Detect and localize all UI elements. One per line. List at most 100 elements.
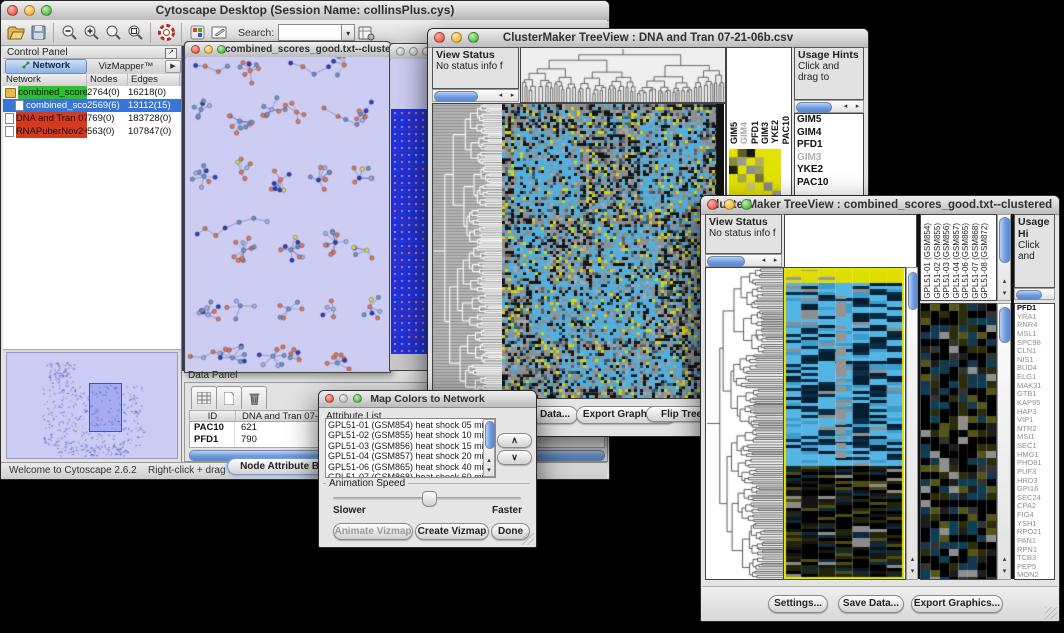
vscroll-thumb[interactable] xyxy=(999,307,1011,343)
attribute-select-icon[interactable] xyxy=(191,386,217,409)
search-combobox[interactable]: ▾ xyxy=(278,24,355,41)
tv1-row-dendrogram[interactable] xyxy=(432,103,503,399)
row-dendrogram-canvas[interactable] xyxy=(433,104,502,398)
zoom-button[interactable] xyxy=(741,199,752,210)
tv2-zoom-vscrollbar[interactable]: ▴ ▾ xyxy=(997,303,1011,580)
open-file-icon[interactable] xyxy=(5,22,27,44)
attribute-item[interactable]: GPL51-06 (GSM865) heat shock 40 min xyxy=(326,462,495,472)
gene-label[interactable]: MON2 xyxy=(1015,571,1054,580)
network-canvas[interactable] xyxy=(186,57,389,371)
tv2-export-graphics-button[interactable]: Export Graphics... xyxy=(911,595,1003,613)
scroll-left-icon[interactable]: ◂ xyxy=(840,102,851,112)
gene-label[interactable]: PAC10 xyxy=(795,177,863,190)
scroll-up-icon[interactable]: ▴ xyxy=(907,555,918,565)
float-panel-icon[interactable]: ↗ xyxy=(165,48,177,59)
help-lifesaver-icon[interactable] xyxy=(155,22,177,44)
zoom-selected-icon[interactable] xyxy=(124,22,146,44)
close-button[interactable] xyxy=(707,199,718,210)
vscroll-thumb[interactable] xyxy=(908,272,918,310)
zoom-button[interactable] xyxy=(217,45,226,54)
gene-label[interactable]: GIM3 xyxy=(795,152,863,165)
zoom-button[interactable] xyxy=(41,5,52,16)
gene-label[interactable]: GIM4 xyxy=(795,127,863,140)
scroll-up-icon[interactable]: ▴ xyxy=(999,555,1010,565)
scroll-down-icon[interactable]: ▾ xyxy=(907,567,918,577)
scroll-down-icon[interactable]: ▾ xyxy=(999,289,1010,299)
minimize-button[interactable] xyxy=(24,5,35,16)
zoom-out-icon[interactable] xyxy=(58,22,80,44)
network-list-row[interactable]: RNAPuberNov2+563(0)107847(0) xyxy=(3,125,181,138)
close-button[interactable] xyxy=(396,47,405,56)
minimize-button[interactable] xyxy=(204,45,213,54)
main-title-bar[interactable]: Cytoscape Desktop (Session Name: collins… xyxy=(1,1,609,21)
attribute-item[interactable]: GPL51-04 (GSM857) heat shock 20 min xyxy=(326,451,495,461)
network-list-row[interactable]: DNA and Tran 07769(0)183728(0) xyxy=(3,112,181,125)
close-button[interactable] xyxy=(7,5,18,16)
scroll-left-icon[interactable]: ◂ xyxy=(758,256,769,266)
tv2-usage-hscrollbar[interactable] xyxy=(1014,288,1055,300)
animate-vizmap-button[interactable]: Animate Vizmap xyxy=(333,523,413,540)
vscroll-thumb[interactable] xyxy=(999,217,1011,263)
minimize-button[interactable] xyxy=(451,32,462,43)
tab-network[interactable]: Network xyxy=(5,59,87,74)
tv2-settings-button[interactable]: Settings... xyxy=(768,595,828,613)
dialog-title-bar[interactable]: Map Colors to Network xyxy=(319,391,536,408)
heatmap-canvas[interactable] xyxy=(502,104,724,398)
tv2-column-dendrogram[interactable] xyxy=(784,214,917,268)
minimize-button[interactable] xyxy=(724,199,735,210)
attribute-list-vscrollbar[interactable]: ▴ ▾ xyxy=(483,419,495,477)
column-dendrogram-canvas[interactable] xyxy=(521,48,725,102)
scroll-right-icon[interactable]: ▸ xyxy=(770,256,781,266)
tv1-heatmap[interactable] xyxy=(502,103,726,399)
gene-label[interactable]: GIM5 xyxy=(795,114,863,127)
scroll-right-icon[interactable]: ▸ xyxy=(507,91,518,101)
tv2-save-data-button[interactable]: Save Data... xyxy=(838,595,904,613)
attribute-item[interactable]: GPL51-01 (GSM854) heat shock 05 min xyxy=(326,420,495,430)
row-dendrogram-canvas[interactable] xyxy=(706,268,783,579)
tv2-heatmap-vscrollbar[interactable]: ▴ ▾ xyxy=(906,267,918,580)
resize-grip[interactable] xyxy=(522,533,534,545)
close-button[interactable] xyxy=(191,45,200,54)
hscroll-thumb[interactable] xyxy=(1016,290,1042,300)
treeview1-title-bar[interactable]: ClusterMaker TreeView : DNA and Tran 07-… xyxy=(428,29,868,48)
hscroll-thumb[interactable] xyxy=(707,256,745,267)
move-attribute-up-button[interactable]: ∧ xyxy=(497,433,532,448)
attribute-item[interactable]: GPL51-03 (GSM856) heat shock 15 min xyxy=(326,441,495,451)
tv1-status-hscrollbar[interactable]: ◂ ▸ xyxy=(432,89,519,102)
move-attribute-down-button[interactable]: ∨ xyxy=(497,450,532,465)
zoom-button[interactable] xyxy=(468,32,479,43)
attribute-item[interactable]: GPL51-02 (GSM855) heat shock 10 min xyxy=(326,430,495,440)
zoom-fit-icon[interactable] xyxy=(102,22,124,44)
create-vizmap-button[interactable]: Create Vizmap xyxy=(415,523,489,540)
treeview2-title-bar[interactable]: ClusterMaker TreeView : combined_scores_… xyxy=(701,196,1059,215)
tv2-status-hscrollbar[interactable]: ◂ ▸ xyxy=(705,254,782,267)
delete-attribute-icon[interactable] xyxy=(241,386,267,409)
resize-grip[interactable] xyxy=(1045,607,1057,619)
zoom-in-icon[interactable] xyxy=(80,22,102,44)
tv2-row-dendrogram[interactable] xyxy=(705,267,784,580)
minimize-button[interactable] xyxy=(409,47,418,56)
close-button[interactable] xyxy=(434,32,445,43)
network-list-row[interactable]: combined_sco2569(6)13112(15) xyxy=(3,99,181,112)
animation-speed-slider-thumb[interactable] xyxy=(422,491,437,507)
scroll-down-icon[interactable]: ▾ xyxy=(999,567,1010,577)
tv2-labels-vscrollbar[interactable]: ▴ ▾ xyxy=(997,214,1011,301)
new-attribute-icon[interactable] xyxy=(216,386,242,409)
vscroll-thumb[interactable] xyxy=(485,421,495,449)
tab-vizmapper[interactable]: VizMapper™ xyxy=(87,60,165,73)
tv2-zoom-heatmap[interactable] xyxy=(921,304,996,579)
network-list-row[interactable]: combined_scores2764(0)16218(0) xyxy=(3,86,181,99)
scroll-left-icon[interactable]: ◂ xyxy=(495,91,506,101)
close-button[interactable] xyxy=(325,394,334,403)
network-view-title-bar[interactable]: combined_scores_good.txt--cluste... xyxy=(185,42,390,58)
zoom-button[interactable] xyxy=(353,394,362,403)
gene-label[interactable]: YKE2 xyxy=(795,164,863,177)
tv1-column-dendrogram[interactable] xyxy=(520,47,726,103)
scroll-up-icon[interactable]: ▴ xyxy=(999,277,1010,287)
minimize-button[interactable] xyxy=(339,394,348,403)
heatmap-canvas[interactable] xyxy=(784,268,904,579)
tv1-zoom-heatmap[interactable] xyxy=(729,149,781,199)
search-input[interactable] xyxy=(278,24,341,41)
tv2-heatmap[interactable] xyxy=(784,267,906,580)
scroll-right-icon[interactable]: ▸ xyxy=(852,102,863,112)
